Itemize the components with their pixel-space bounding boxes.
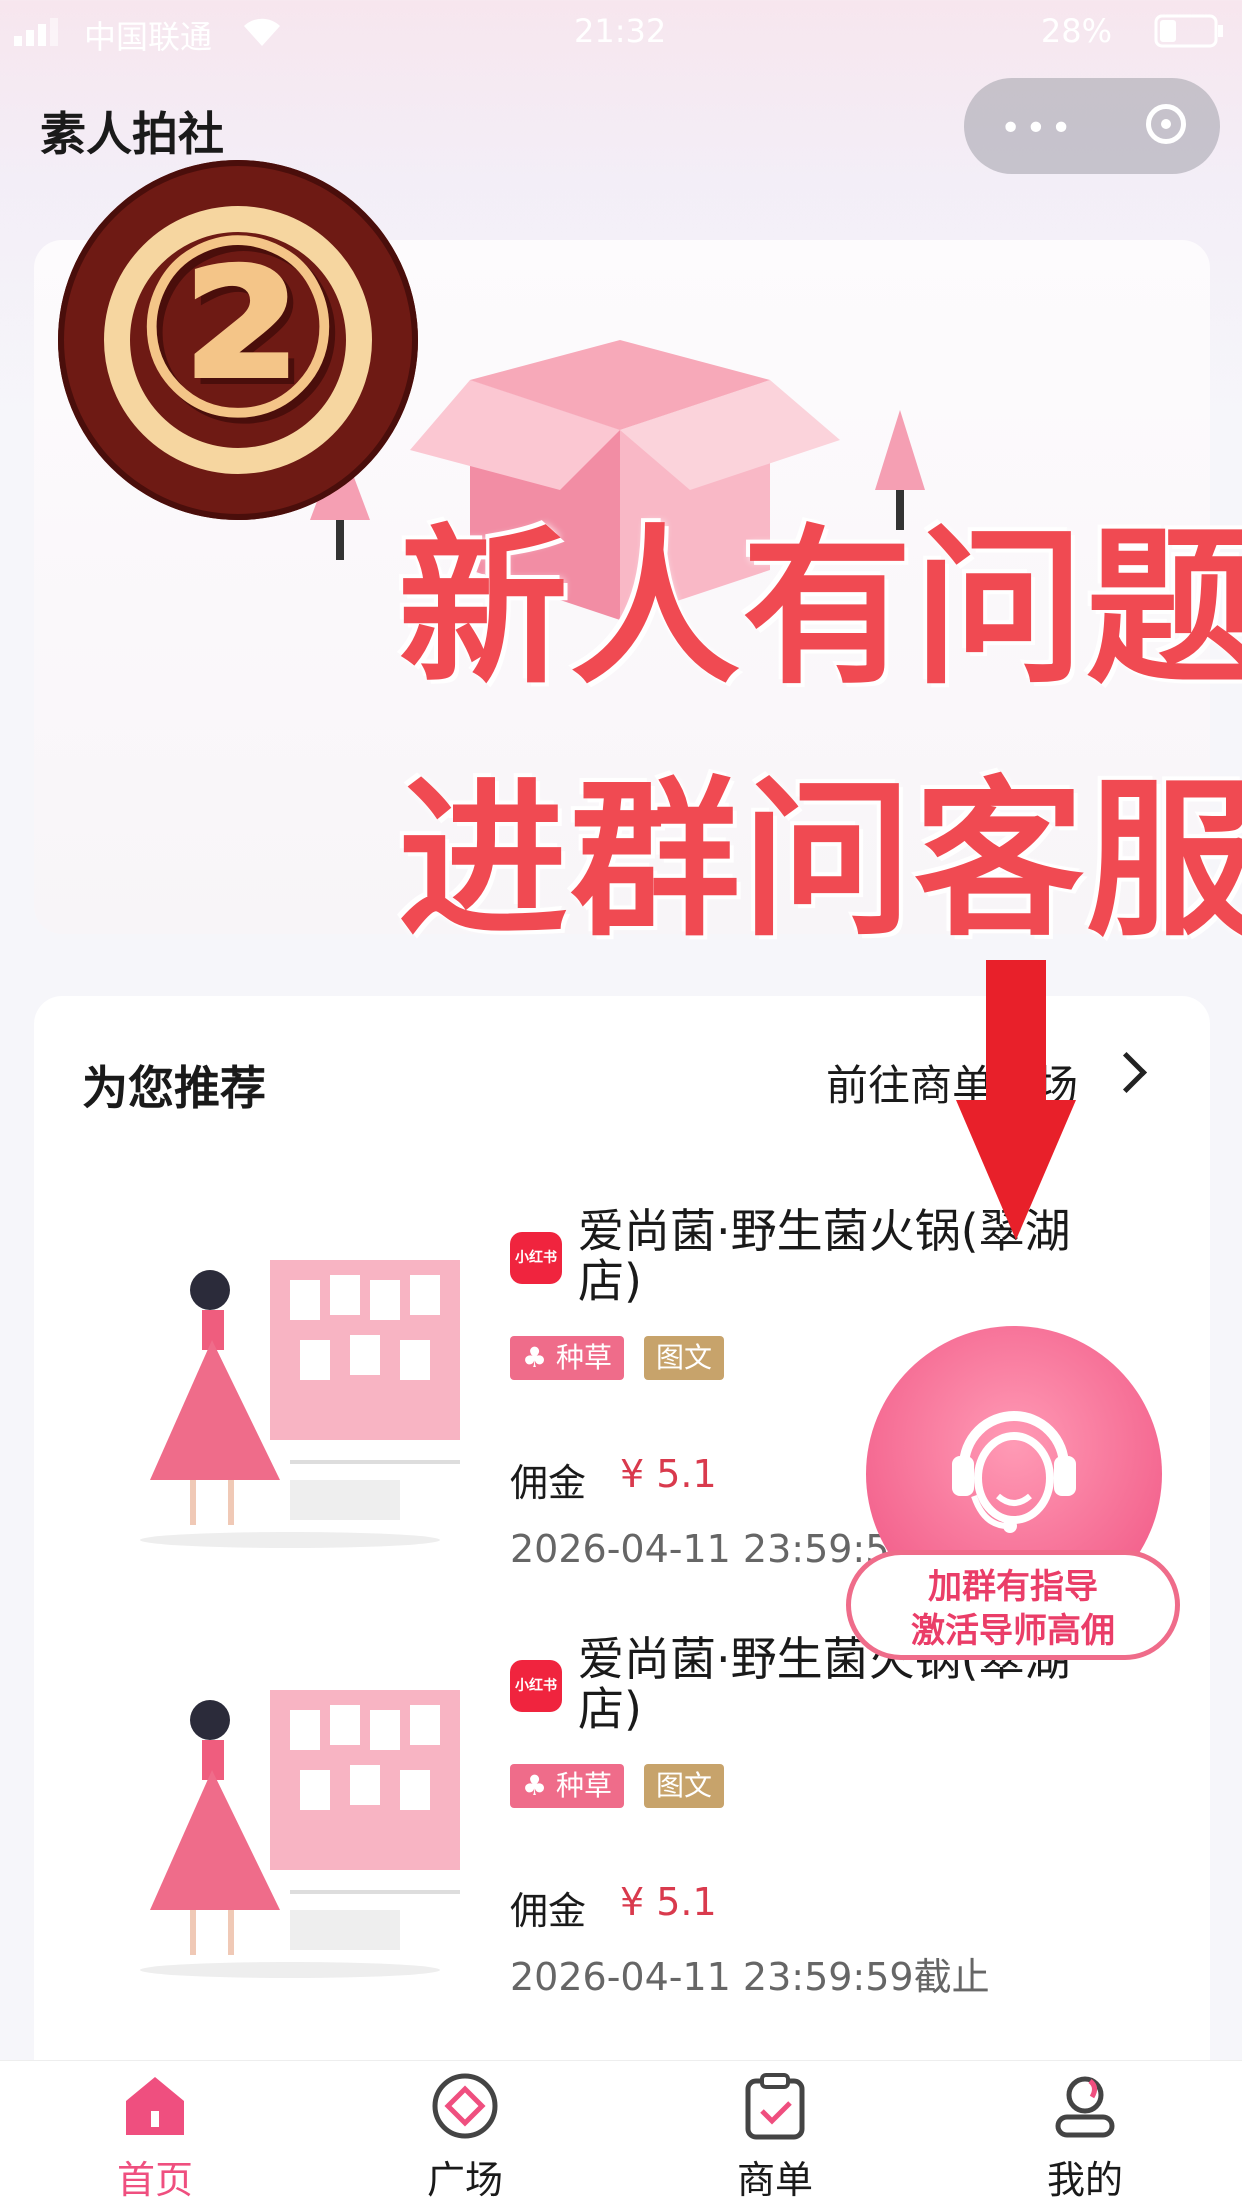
- headset-agent-icon[interactable]: [944, 1386, 1084, 1546]
- battery-icon: [1154, 14, 1223, 48]
- commission-label: 佣金: [510, 1461, 587, 1505]
- signal-icon: [14, 18, 58, 46]
- profile-icon: [1055, 2076, 1115, 2138]
- tab-profile-label: 我的: [1046, 2158, 1123, 2202]
- join-group-line1: 加群有指导: [928, 1567, 1098, 1607]
- home-icon: [126, 2077, 184, 2135]
- commission-label: 佣金: [510, 1889, 587, 1933]
- join-group-pill[interactable]: 加群有指导 激活导师高佣: [846, 1550, 1180, 1660]
- tab-orders[interactable]: 商单: [620, 2061, 930, 2209]
- more-icon[interactable]: •••: [1000, 108, 1076, 149]
- app-title: 素人拍社: [40, 107, 224, 161]
- carrier-text: 中国联通: [84, 18, 213, 56]
- square-icon: [432, 2073, 498, 2139]
- xiaohongshu-source-badge: 小红书: [510, 1232, 562, 1284]
- tag-image-text: 图文: [644, 1336, 725, 1380]
- battery-text: 28%: [1040, 12, 1112, 50]
- recommend-title: 为您推荐: [82, 1061, 266, 1115]
- sprout-icon: ♣: [522, 1341, 557, 1374]
- commission-value: ¥ 5.1: [620, 1452, 717, 1496]
- clock-text: 21:32: [574, 12, 667, 50]
- tag-seeding: ♣ 种草: [510, 1336, 625, 1380]
- tag-seeding: ♣ 种草: [510, 1764, 625, 1808]
- xiaohongshu-source-badge: 小红书: [510, 1660, 562, 1712]
- tab-home[interactable]: 首页: [0, 2061, 310, 2209]
- wifi-icon: [244, 18, 280, 46]
- promo-text-line2: 进群问客服: [398, 762, 1242, 960]
- order-icon: [745, 2073, 805, 2140]
- promo-text-line1: 新人有问题: [398, 510, 1242, 708]
- step-badge-number: ②: [132, 182, 344, 473]
- tab-square-label: 广场: [426, 2158, 503, 2202]
- step-badge: ②: [58, 160, 418, 520]
- bottom-tab-bar: 首页 广场 商单 我的: [0, 2060, 1242, 2209]
- deadline-text: 2026-04-11 23:59:59截止: [510, 1955, 990, 1999]
- tab-home-label: 首页: [116, 2158, 193, 2202]
- arrow-down-icon: [956, 960, 1076, 1240]
- sprout-icon: ♣: [522, 1769, 557, 1802]
- item-thumbnail[interactable]: [110, 1660, 470, 1990]
- tab-square[interactable]: 广场: [310, 2061, 620, 2209]
- mini-program-capsule[interactable]: •••: [964, 78, 1220, 174]
- status-bar: 中国联通 21:32 28%: [0, 0, 1242, 62]
- join-group-line2: 激活导师高佣: [911, 1611, 1115, 1651]
- close-target-icon[interactable]: [1146, 104, 1186, 144]
- tab-profile[interactable]: 我的: [930, 2061, 1240, 2209]
- commission-value: ¥ 5.1: [620, 1880, 717, 1924]
- item-thumbnail[interactable]: [110, 1230, 470, 1560]
- tag-image-text: 图文: [644, 1764, 725, 1808]
- tab-orders-label: 商单: [736, 2158, 813, 2202]
